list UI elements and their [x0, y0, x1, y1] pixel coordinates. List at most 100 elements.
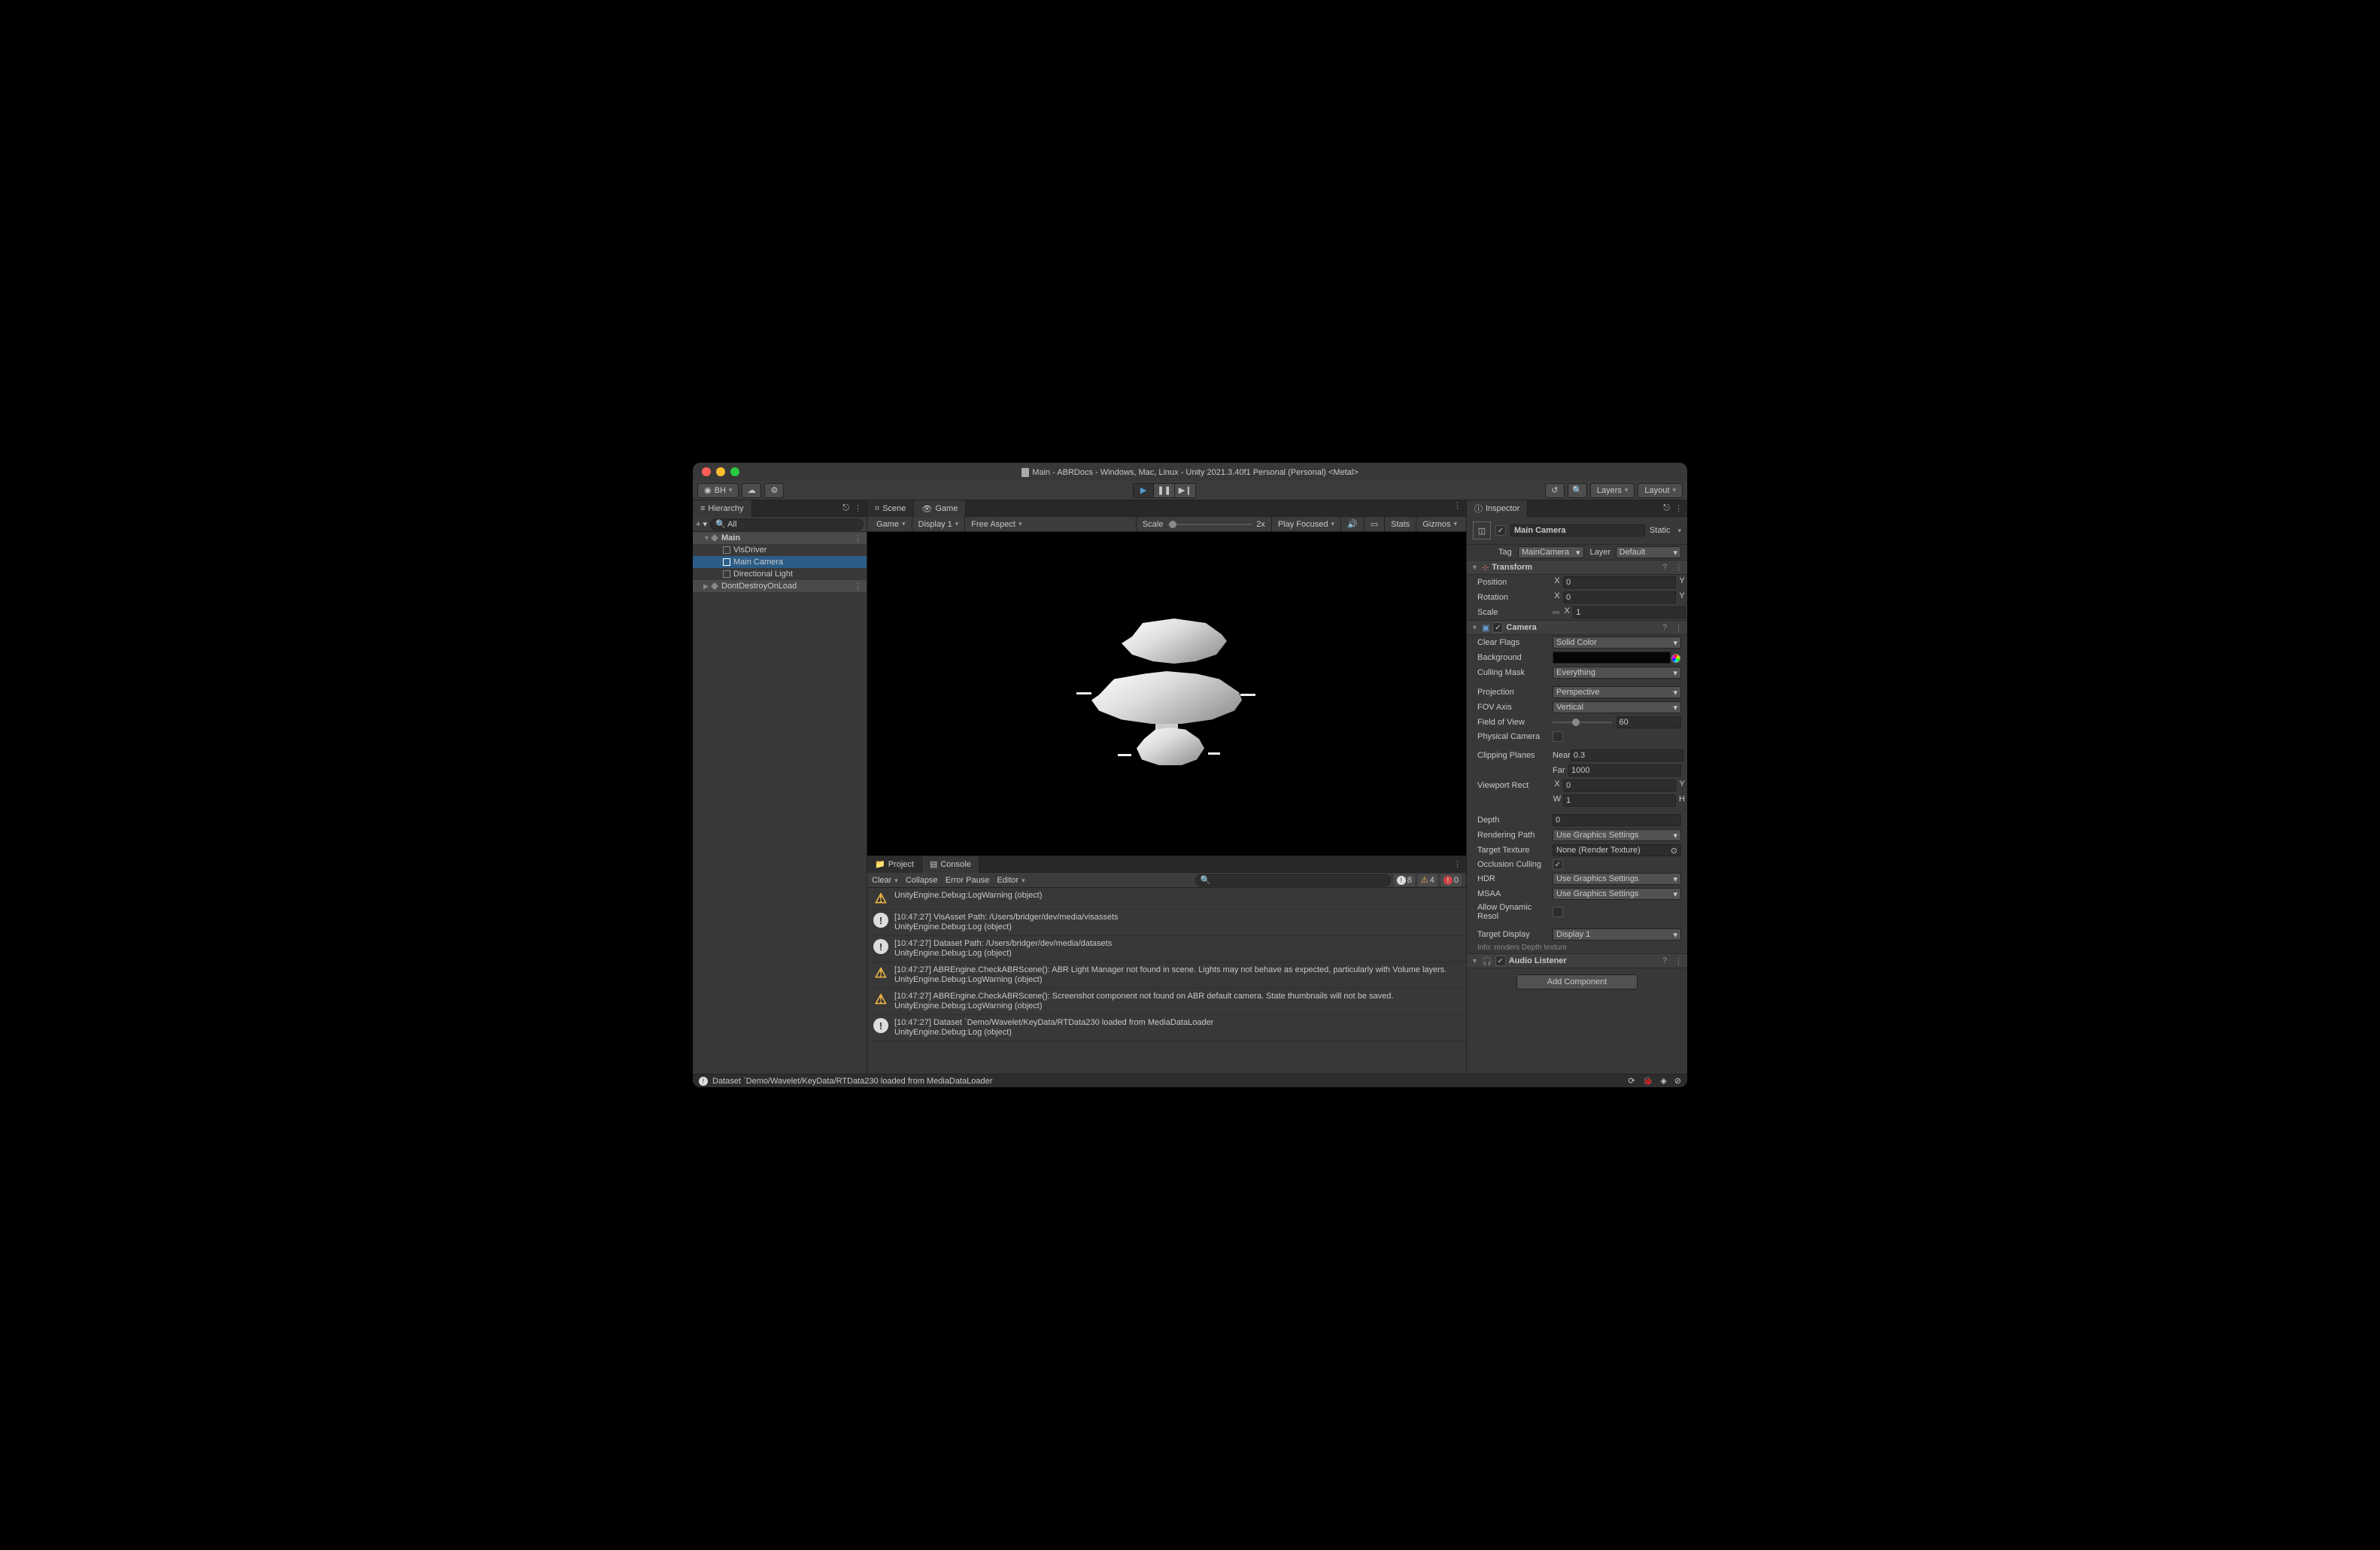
step-button[interactable]: ▶❙	[1175, 483, 1196, 498]
stats-button[interactable]: Stats	[1385, 517, 1416, 532]
panel-menu-button[interactable]: ⋮	[1674, 503, 1683, 513]
near-field[interactable]	[1571, 749, 1683, 761]
depth-field[interactable]	[1553, 814, 1681, 826]
debug-icon[interactable]: 🐞	[1643, 1076, 1653, 1086]
console-search[interactable]: 🔍	[1195, 874, 1391, 886]
far-field[interactable]	[1568, 764, 1681, 777]
play-focused-dropdown[interactable]: Play Focused	[1272, 517, 1341, 532]
camera-component-header[interactable]: ▼▣Camera ?⋮	[1467, 620, 1687, 635]
game-tab[interactable]: 👁Game	[914, 500, 966, 517]
log-entry[interactable]: ⚠UnityEngine.Debug:LogWarning (object)	[867, 888, 1466, 910]
culling-mask-dropdown[interactable]: Everything▾	[1553, 667, 1681, 679]
add-component-button[interactable]: Add Component	[1516, 974, 1638, 989]
close-window-button[interactable]	[702, 467, 711, 476]
hierarchy-item-directionallight[interactable]: Directional Light	[693, 568, 867, 580]
undo-history-button[interactable]: ↺	[1545, 483, 1565, 498]
scene-menu[interactable]: ⋮	[854, 582, 867, 591]
game-mode-dropdown[interactable]: Game	[870, 517, 912, 532]
object-picker-icon[interactable]: ⊙	[1671, 846, 1677, 856]
clear-flags-dropdown[interactable]: Solid Color▾	[1553, 637, 1681, 649]
play-button[interactable]: ▶	[1133, 483, 1154, 498]
autorefresh-icon[interactable]: ⟳	[1628, 1076, 1635, 1086]
layer-dropdown[interactable]: Default▾	[1616, 546, 1682, 558]
component-menu[interactable]: ⋮	[1674, 563, 1683, 573]
tag-dropdown[interactable]: MainCamera▾	[1518, 546, 1584, 558]
position-x[interactable]	[1563, 576, 1676, 588]
maximize-window-button[interactable]	[730, 467, 739, 476]
hierarchy-tab[interactable]: ≡Hierarchy	[693, 500, 752, 517]
log-entry[interactable]: ⚠[10:47:27] ABREngine.CheckABRScene(): S…	[867, 989, 1466, 1015]
log-entry[interactable]: ![10:47:27] VisAsset Path: /Users/bridge…	[867, 910, 1466, 936]
object-name-field[interactable]: Main Camera	[1510, 524, 1645, 536]
log-entry[interactable]: ![10:47:27] Dataset `Demo/Wavelet/KeyDat…	[867, 1015, 1466, 1041]
log-entry[interactable]: ![10:47:27] Dataset Path: /Users/bridger…	[867, 936, 1466, 962]
settings-button[interactable]: ⚙	[764, 483, 784, 498]
help-icon[interactable]: ?	[1662, 563, 1667, 572]
error-pause-button[interactable]: Error Pause	[946, 876, 990, 885]
fov-field[interactable]	[1617, 716, 1682, 728]
project-tab[interactable]: 📁Project	[867, 856, 922, 873]
console-tab[interactable]: ▤Console	[922, 856, 979, 873]
component-menu[interactable]: ⋮	[1674, 623, 1683, 633]
static-dropdown[interactable]	[1674, 526, 1681, 535]
transform-component-header[interactable]: ▼⊹Transform ?⋮	[1467, 560, 1687, 575]
info-filter[interactable]: !8	[1394, 874, 1415, 886]
help-icon[interactable]: ?	[1662, 623, 1667, 632]
collapse-button[interactable]: Collapse	[906, 876, 938, 885]
physical-camera-checkbox[interactable]	[1553, 731, 1563, 742]
rendering-path-dropdown[interactable]: Use Graphics Settings▾	[1553, 829, 1681, 841]
layers-dropdown[interactable]: Layers	[1590, 483, 1635, 498]
hdr-dropdown[interactable]: Use Graphics Settings▾	[1553, 873, 1681, 885]
rotation-x[interactable]	[1563, 591, 1676, 603]
cache-icon[interactable]: ◈	[1660, 1076, 1666, 1086]
display-dropdown[interactable]: Display 1	[912, 517, 966, 532]
clear-button[interactable]: Clear	[872, 876, 898, 885]
target-display-dropdown[interactable]: Display 1▾	[1553, 928, 1681, 941]
compile-status-icon[interactable]: ⊘	[1674, 1076, 1681, 1086]
log-entry[interactable]: ⚠[10:47:27] ABREngine.CheckABRScene(): A…	[867, 962, 1466, 989]
audio-listener-header[interactable]: ▼🎧Audio Listener ?⋮	[1467, 953, 1687, 968]
error-filter[interactable]: !0	[1440, 874, 1462, 886]
object-active-checkbox[interactable]	[1495, 525, 1506, 536]
minimize-window-button[interactable]	[716, 467, 725, 476]
audio-listener-enabled-checkbox[interactable]	[1495, 956, 1506, 966]
editor-dropdown[interactable]: Editor	[997, 876, 1025, 885]
dontdestroy-row[interactable]: ▶DontDestroyOnLoad⋮	[693, 580, 867, 592]
cloud-button[interactable]: ☁	[742, 483, 761, 498]
global-search-button[interactable]: 🔍	[1568, 483, 1587, 498]
scene-menu[interactable]: ⋮	[854, 533, 867, 543]
projection-dropdown[interactable]: Perspective▾	[1553, 686, 1681, 698]
link-icon[interactable]: ⚯	[1553, 608, 1559, 618]
mute-button[interactable]: 🔊	[1341, 517, 1365, 532]
account-dropdown[interactable]: ◉BH	[697, 483, 739, 498]
gameobject-cube-icon[interactable]: ◫	[1473, 521, 1491, 539]
scene-tab[interactable]: ⌗Scene	[867, 500, 914, 517]
pause-button[interactable]: ❚❚	[1154, 483, 1175, 498]
scale-x[interactable]	[1573, 606, 1686, 618]
lock-icon[interactable]: ⎋	[842, 503, 849, 513]
viewport-x[interactable]	[1563, 780, 1676, 792]
panel-menu-button[interactable]: ⋮	[1453, 859, 1462, 869]
scene-row[interactable]: ▼Main⋮	[693, 532, 867, 544]
hierarchy-item-visdriver[interactable]: VisDriver	[693, 544, 867, 556]
help-icon[interactable]: ?	[1662, 956, 1667, 965]
occlusion-culling-checkbox[interactable]	[1553, 859, 1563, 870]
dynamic-resolution-checkbox[interactable]	[1553, 907, 1563, 917]
fov-slider[interactable]	[1553, 716, 1612, 728]
fov-axis-dropdown[interactable]: Vertical▾	[1553, 701, 1681, 713]
component-menu[interactable]: ⋮	[1674, 956, 1683, 966]
target-texture-field[interactable]: None (Render Texture)⊙	[1553, 844, 1681, 856]
panel-menu-button[interactable]: ⋮	[854, 503, 862, 513]
background-color-field[interactable]	[1553, 652, 1671, 664]
aspect-dropdown[interactable]: Free Aspect	[965, 517, 1137, 532]
gizmos-dropdown[interactable]: Gizmos	[1416, 517, 1463, 532]
panel-menu-button[interactable]: ⋮	[1453, 500, 1462, 516]
inspector-tab[interactable]: ⓘInspector	[1467, 500, 1528, 517]
camera-enabled-checkbox[interactable]	[1492, 622, 1503, 633]
msaa-dropdown[interactable]: Use Graphics Settings▾	[1553, 888, 1681, 900]
lock-icon[interactable]: ⎋	[1663, 503, 1670, 513]
create-dropdown[interactable]: + ▾	[696, 519, 707, 529]
layout-dropdown[interactable]: Layout	[1638, 483, 1683, 498]
hierarchy-item-maincamera[interactable]: Main Camera	[693, 556, 867, 568]
hierarchy-search[interactable]: 🔍 All	[710, 518, 864, 530]
